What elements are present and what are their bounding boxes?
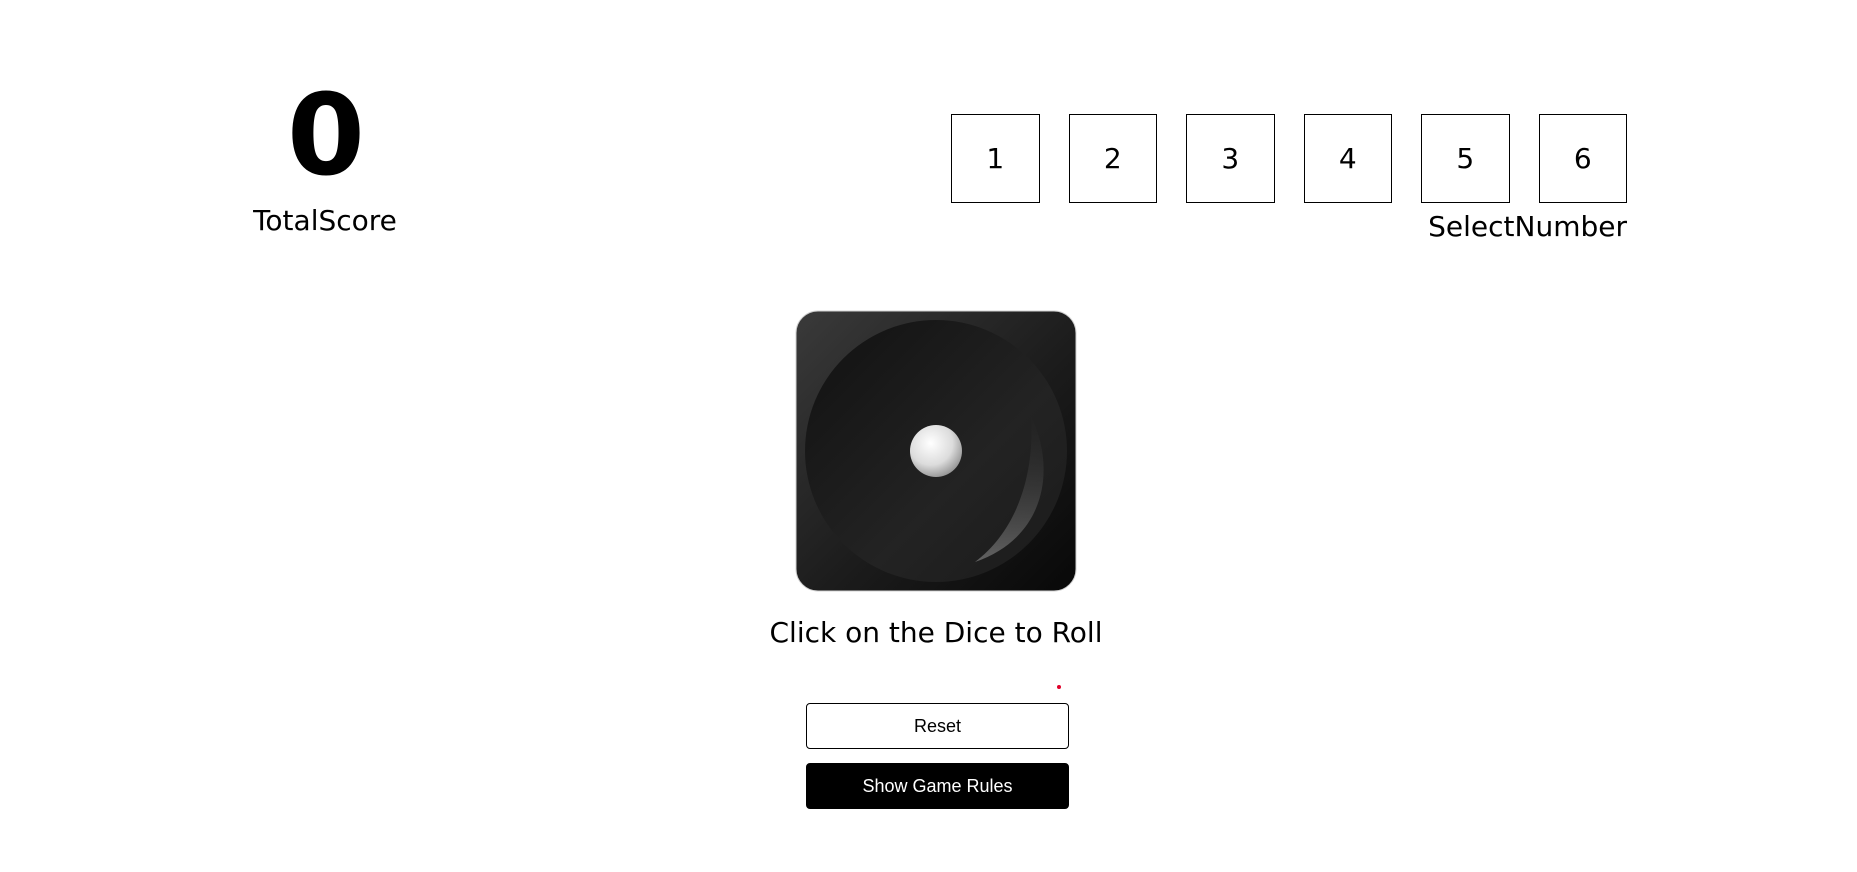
action-buttons: Reset Show Game Rules (806, 703, 1069, 809)
dice-roll-hint: Click on the Dice to Roll (769, 616, 1103, 649)
number-selector: 1 2 3 4 5 6 SelectNumber (951, 114, 1627, 244)
number-box-4[interactable]: 4 (1303, 114, 1392, 203)
total-score-value: 0 (287, 71, 365, 201)
number-box-5[interactable]: 5 (1421, 114, 1510, 203)
number-box-6[interactable]: 6 (1538, 114, 1627, 203)
reset-button[interactable]: Reset (806, 703, 1069, 749)
dice-area: Click on the Dice to Roll (698, 310, 1174, 650)
dice-game-page: 0 TotalScore 1 2 3 4 5 6 SelectNumber Cl… (0, 0, 1857, 872)
number-box-1[interactable]: 1 (951, 114, 1040, 203)
total-score-label: TotalScore (253, 204, 397, 237)
number-box-row: 1 2 3 4 5 6 (951, 114, 1627, 203)
select-number-label: SelectNumber (1428, 210, 1627, 243)
number-box-2[interactable]: 2 (1068, 114, 1157, 203)
show-game-rules-button[interactable]: Show Game Rules (806, 763, 1069, 809)
total-score-panel: 0 TotalScore (249, 80, 401, 238)
number-box-3[interactable]: 3 (1186, 114, 1275, 203)
dice-face-one-icon[interactable] (795, 310, 1077, 592)
red-dot-marker (1057, 685, 1061, 689)
